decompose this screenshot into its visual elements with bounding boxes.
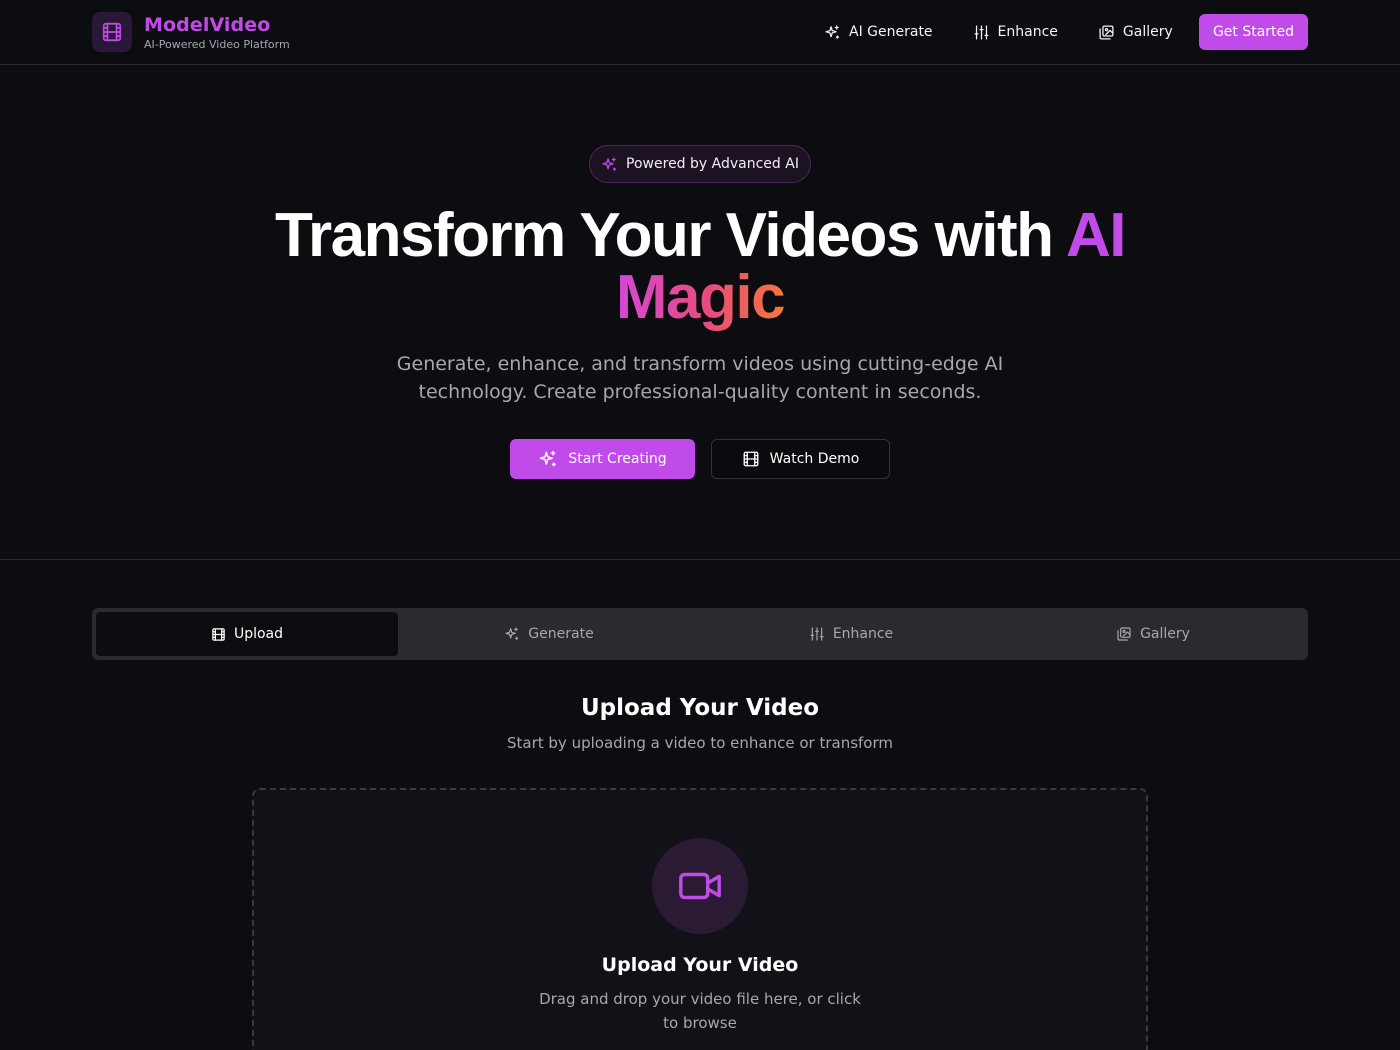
sparkles-icon	[504, 626, 520, 642]
tab-label: Gallery	[1140, 626, 1190, 642]
sparkles-icon	[538, 449, 558, 469]
tab-enhance[interactable]: Enhance	[700, 612, 1002, 656]
hero-section: Powered by Advanced AI Transform Your Vi…	[0, 65, 1400, 560]
get-started-button[interactable]: Get Started	[1199, 14, 1308, 50]
button-label: Watch Demo	[769, 451, 860, 467]
sliders-icon	[809, 626, 825, 642]
film-icon	[101, 21, 123, 43]
tab-upload[interactable]: Upload	[96, 612, 398, 656]
upload-section-title: Upload Your Video	[580, 695, 820, 721]
dropzone-icon-circle	[652, 838, 748, 934]
nav-label: AI Generate	[849, 24, 933, 40]
start-creating-button[interactable]: Start Creating	[510, 439, 695, 479]
nav-ai-generate[interactable]: AI Generate	[824, 23, 933, 41]
hero-title-main: Transform Your Videos with	[275, 201, 1066, 270]
button-label: Start Creating	[568, 451, 667, 467]
nav-label: Enhance	[997, 24, 1058, 40]
nav-label: Gallery	[1122, 24, 1173, 40]
hero-title: Transform Your Videos with AI Magic	[0, 205, 1400, 329]
brand-name: ModelVideo	[144, 13, 271, 36]
film-icon	[211, 627, 226, 642]
upload-section-subtitle: Start by uploading a video to enhance or…	[507, 734, 893, 752]
video-dropzone[interactable]: Upload Your Video Drag and drop your vid…	[252, 788, 1148, 1050]
film-icon	[742, 450, 760, 468]
brand[interactable]: ModelVideo AI-Powered Video Platform	[92, 12, 290, 52]
powered-by-badge: Powered by Advanced AI	[589, 145, 811, 183]
video-camera-icon	[677, 863, 723, 909]
nav-links: AI Generate Enhance Gallery	[824, 23, 1213, 41]
badge-label: Powered by Advanced AI	[626, 156, 799, 172]
brand-text: ModelVideo AI-Powered Video Platform	[144, 13, 290, 52]
tab-label: Generate	[528, 626, 594, 642]
sparkles-icon	[824, 24, 841, 41]
watch-demo-button[interactable]: Watch Demo	[711, 439, 890, 479]
tab-label: Upload	[233, 626, 284, 642]
gallery-icon	[1116, 626, 1132, 642]
tab-generate[interactable]: Generate	[398, 612, 700, 656]
sliders-icon	[973, 24, 990, 41]
navbar: ModelVideo AI-Powered Video Platform AI …	[0, 0, 1400, 65]
tab-label: Enhance	[832, 626, 894, 642]
hero-title-magic: Magic	[615, 263, 786, 332]
nav-enhance[interactable]: Enhance	[973, 23, 1058, 41]
gallery-icon	[1098, 24, 1115, 41]
nav-gallery[interactable]: Gallery	[1098, 23, 1173, 41]
dropzone-description: Drag and drop your video file here, or c…	[539, 990, 861, 1032]
tab-gallery[interactable]: Gallery	[1002, 612, 1304, 656]
brand-tagline: AI-Powered Video Platform	[144, 37, 290, 51]
hero-description: Generate, enhance, and transform videos …	[396, 353, 1004, 403]
brand-logo	[92, 12, 132, 52]
dropzone-title: Upload Your Video	[601, 954, 799, 976]
hero-title-accent: AI	[1065, 201, 1127, 270]
feature-tabs: Upload Generate Enhance Gallery	[92, 608, 1308, 660]
sparkles-icon	[601, 156, 618, 173]
